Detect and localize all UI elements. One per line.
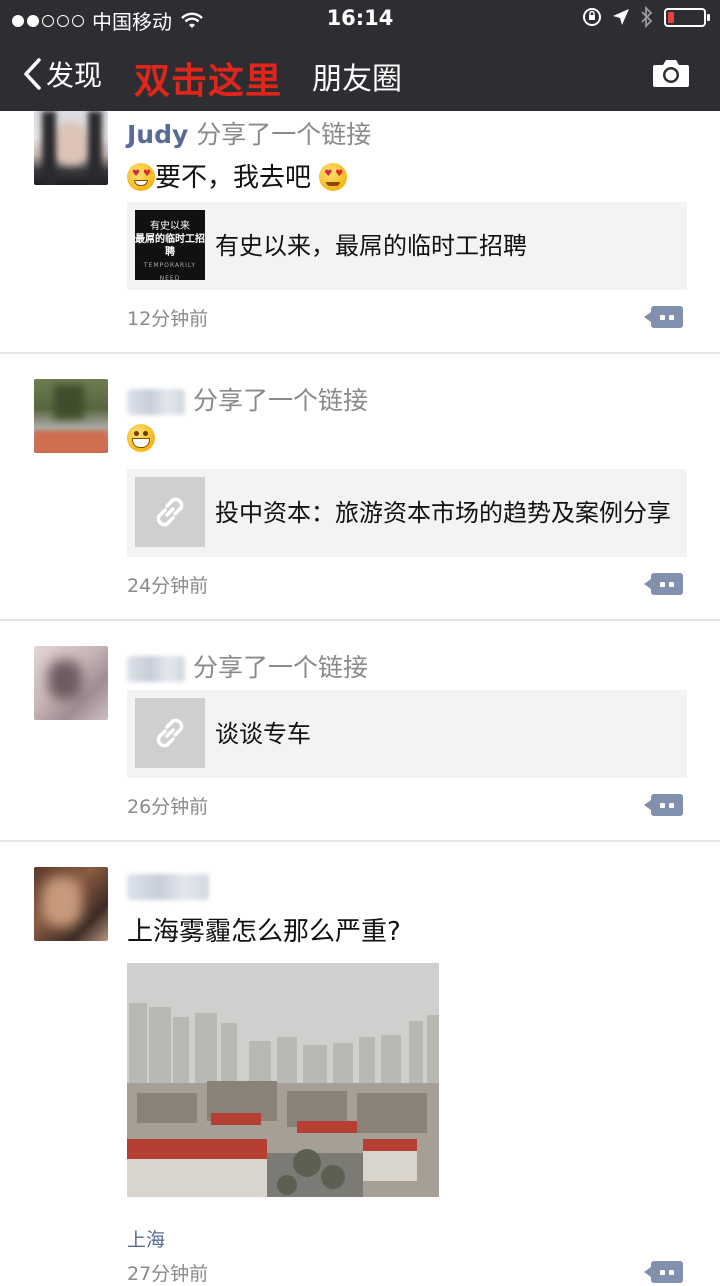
- post-time: 26分钟前: [127, 796, 209, 818]
- comment-icon[interactable]: [644, 794, 683, 816]
- heart-eyes-emoji-icon: ♥ ♥: [319, 163, 348, 191]
- avatar[interactable]: [34, 867, 108, 941]
- link-card[interactable]: 投中资本：旅游资本市场的趋势及案例分享: [127, 469, 687, 557]
- avatar[interactable]: [34, 646, 108, 720]
- moment-post: 分享了一个链接 投中资本：旅游资本市场的趋势及案例分享 24分钟前: [0, 354, 720, 619]
- link-card[interactable]: 谈谈专车: [127, 690, 687, 778]
- comment-icon[interactable]: [644, 573, 683, 595]
- moment-post: 上海雾霾怎么那么严重? 上海 27分钟前: [0, 842, 720, 1285]
- avatar[interactable]: [34, 379, 108, 453]
- link-thumbnail: 有史以来 最屌的临时工招聘 TEMPORARILY NEED: [135, 210, 205, 282]
- post-time: 24分钟前: [127, 575, 209, 597]
- nav-bar: 发现 双击这里 朋友圈: [0, 38, 720, 111]
- bluetooth-icon: [641, 6, 653, 28]
- post-photo[interactable]: [127, 963, 439, 1197]
- link-title: 有史以来，最屌的临时工招聘: [215, 232, 527, 260]
- heart-eyes-emoji-icon: ♥ ♥: [127, 163, 155, 191]
- back-button[interactable]: 发现: [22, 54, 102, 94]
- link-title: 投中资本：旅游资本市场的趋势及案例分享: [215, 499, 671, 527]
- post-header: Judy 分享了一个链接: [127, 115, 371, 151]
- post-time: 27分钟前: [127, 1263, 209, 1285]
- link-icon: [156, 497, 184, 527]
- post-header: [127, 871, 209, 900]
- moment-post: 分享了一个链接 谈谈专车 26分钟前: [0, 621, 720, 841]
- post-action: 分享了一个链接: [196, 120, 372, 149]
- status-bar: 中国移动 16:14: [0, 0, 720, 38]
- avatar[interactable]: [34, 111, 108, 185]
- thumb-line: 有史以来: [150, 221, 190, 232]
- double-tap-annotation: 双击这里: [134, 61, 283, 102]
- link-thumbnail: [135, 477, 205, 547]
- status-right: [582, 6, 710, 28]
- city-skyline-photo: [127, 963, 439, 1197]
- post-time: 12分钟前: [127, 308, 209, 330]
- post-action: 分享了一个链接: [193, 386, 369, 415]
- moment-post: Judy 分享了一个链接 ♥ ♥ 要不，我去吧 ♥ ♥ 有史以来 最屌的临时工招聘 TE…: [0, 111, 720, 353]
- grinning-emoji-icon: [127, 424, 155, 452]
- camera-icon[interactable]: [652, 58, 690, 88]
- post-text-row: ♥ ♥ 要不，我去吧 ♥ ♥: [127, 157, 348, 194]
- location-arrow-icon: [613, 9, 629, 25]
- link-icon: [156, 718, 184, 748]
- post-header: 分享了一个链接: [127, 648, 368, 684]
- back-chevron-icon: [24, 58, 41, 90]
- nickname-blurred[interactable]: [127, 656, 185, 682]
- post-text: 上海雾霾怎么那么严重?: [127, 917, 401, 947]
- comment-icon[interactable]: [644, 306, 683, 328]
- rotation-lock-icon: [583, 8, 601, 26]
- link-thumbnail: [135, 698, 205, 768]
- thumb-line: 最屌的临时工招聘: [135, 234, 205, 258]
- nickname[interactable]: Judy: [127, 120, 188, 149]
- battery-icon: [664, 7, 710, 27]
- link-card[interactable]: 有史以来 最屌的临时工招聘 TEMPORARILY NEED 有史以来，最屌的临…: [127, 202, 687, 290]
- page-title[interactable]: 朋友圈: [312, 54, 402, 98]
- nickname-blurred[interactable]: [127, 389, 185, 415]
- top-bar: 中国移动 16:14 发现 双击这里 朋友圈: [0, 0, 720, 111]
- post-location[interactable]: 上海: [127, 1225, 165, 1252]
- nickname-blurred[interactable]: [127, 874, 209, 900]
- post-header: 分享了一个链接: [127, 381, 368, 417]
- link-title: 谈谈专车: [215, 720, 311, 748]
- back-label: 发现: [46, 59, 103, 92]
- post-action: 分享了一个链接: [193, 653, 369, 682]
- thumb-line: TEMPORARILY NEED: [143, 262, 197, 282]
- post-text-row: [127, 424, 155, 454]
- post-text: 要不，我去吧: [155, 163, 312, 193]
